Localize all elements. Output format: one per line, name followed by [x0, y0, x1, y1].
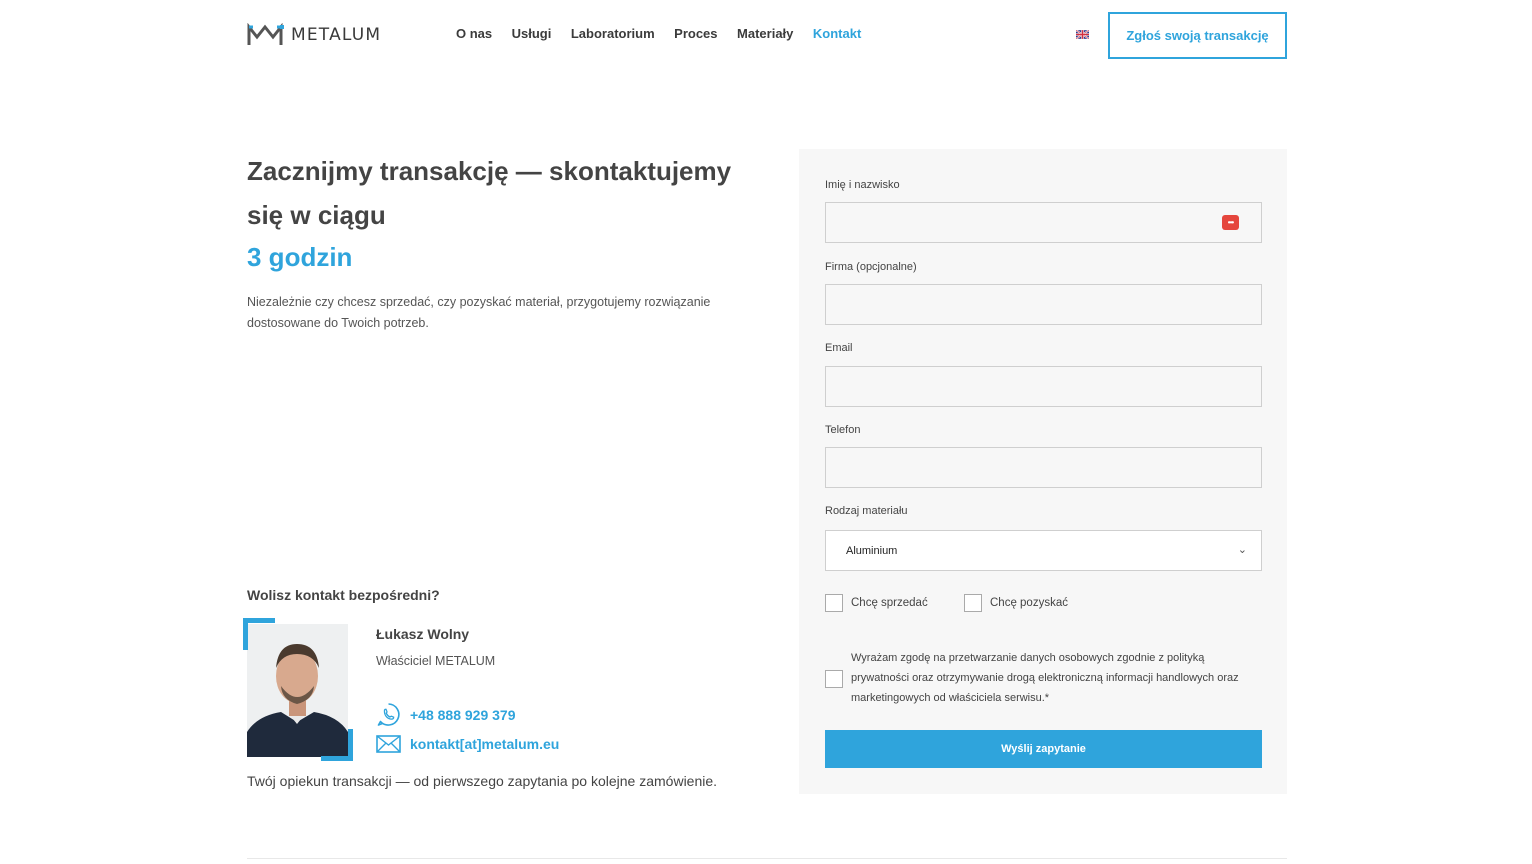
email-link[interactable]: kontakt[at]metalum.eu — [376, 734, 559, 754]
frame-corner-top-left — [243, 618, 275, 650]
company-label: Firma (opcjonalne) — [825, 261, 917, 273]
envelope-icon — [376, 735, 401, 753]
report-transaction-button[interactable]: Zgłoś swoją transakcję — [1108, 12, 1287, 59]
submit-button[interactable]: Wyślij zapytanie — [825, 730, 1262, 768]
contact-role: Właściciel METALUM — [376, 654, 496, 668]
logo[interactable]: METALUM — [247, 23, 381, 47]
frame-corner-bottom-right — [321, 729, 353, 761]
phone-link[interactable]: +48 888 929 379 — [376, 702, 516, 727]
nav-item-materialy[interactable]: Materiały — [737, 26, 793, 41]
contact-form: Imię i nazwisko ••• Firma (opcjonalne) E… — [799, 149, 1287, 794]
consent-text: Wyrażam zgodę na przetwarzanie danych os… — [851, 652, 1239, 704]
name-field[interactable]: ••• — [825, 202, 1262, 243]
material-select[interactable]: Aluminium ⌄ — [825, 530, 1262, 571]
chevron-down-icon: ⌄ — [1237, 544, 1247, 556]
logo-text: METALUM — [291, 25, 382, 45]
acquire-label: Chcę pozyskać — [990, 597, 1068, 609]
company-field[interactable] — [825, 284, 1262, 325]
consent-checkbox[interactable] — [825, 670, 843, 688]
material-label: Rodzaj materiału — [825, 505, 908, 517]
uk-flag-icon[interactable] — [1076, 30, 1089, 39]
whatsapp-icon — [377, 703, 400, 726]
sell-label: Chcę sprzedać — [851, 597, 928, 609]
sell-checkbox[interactable] — [825, 594, 843, 612]
contact-tagline: Twój opiekun transakcji — od pierwszego … — [247, 773, 718, 789]
email-label: Email — [825, 342, 853, 354]
nav-item-o-nas[interactable]: O nas — [456, 26, 492, 41]
phone-number[interactable]: +48 888 929 379 — [410, 707, 516, 723]
page-title-accent: 3 godzin — [247, 242, 353, 272]
nav-item-proces[interactable]: Proces — [674, 26, 717, 41]
contact-photo-frame — [243, 618, 353, 761]
material-selected-value: Aluminium — [846, 545, 898, 557]
divider — [247, 858, 1287, 859]
sell-option[interactable]: Chcę sprzedać — [825, 594, 928, 612]
site-header: METALUM O nas Usługi Laboratorium Proces… — [0, 0, 1532, 70]
name-label: Imię i nazwisko — [825, 179, 900, 191]
acquire-option[interactable]: Chcę pozyskać — [964, 594, 1068, 612]
lead-text: Niezależnie czy chcesz sprzedać, czy poz… — [247, 295, 711, 330]
password-manager-icon[interactable]: ••• — [1222, 215, 1239, 230]
page-title: Zacznijmy transakcję — skontaktujemy się… — [247, 156, 732, 230]
direct-contact-title: Wolisz kontakt bezpośredni? — [247, 587, 440, 603]
nav-item-uslugi[interactable]: Usługi — [512, 26, 552, 41]
nav-item-laboratorium[interactable]: Laboratorium — [571, 26, 655, 41]
phone-field[interactable] — [825, 447, 1262, 488]
nav-item-kontakt[interactable]: Kontakt — [813, 26, 861, 41]
contact-name: Łukasz Wolny — [376, 626, 470, 642]
phone-label: Telefon — [825, 424, 861, 436]
main-nav: O nas Usługi Laboratorium Proces Materia… — [456, 26, 881, 41]
metalum-logo-icon — [247, 23, 284, 45]
email-field[interactable] — [825, 366, 1262, 407]
email-address[interactable]: kontakt[at]metalum.eu — [410, 736, 559, 752]
acquire-checkbox[interactable] — [964, 594, 982, 612]
